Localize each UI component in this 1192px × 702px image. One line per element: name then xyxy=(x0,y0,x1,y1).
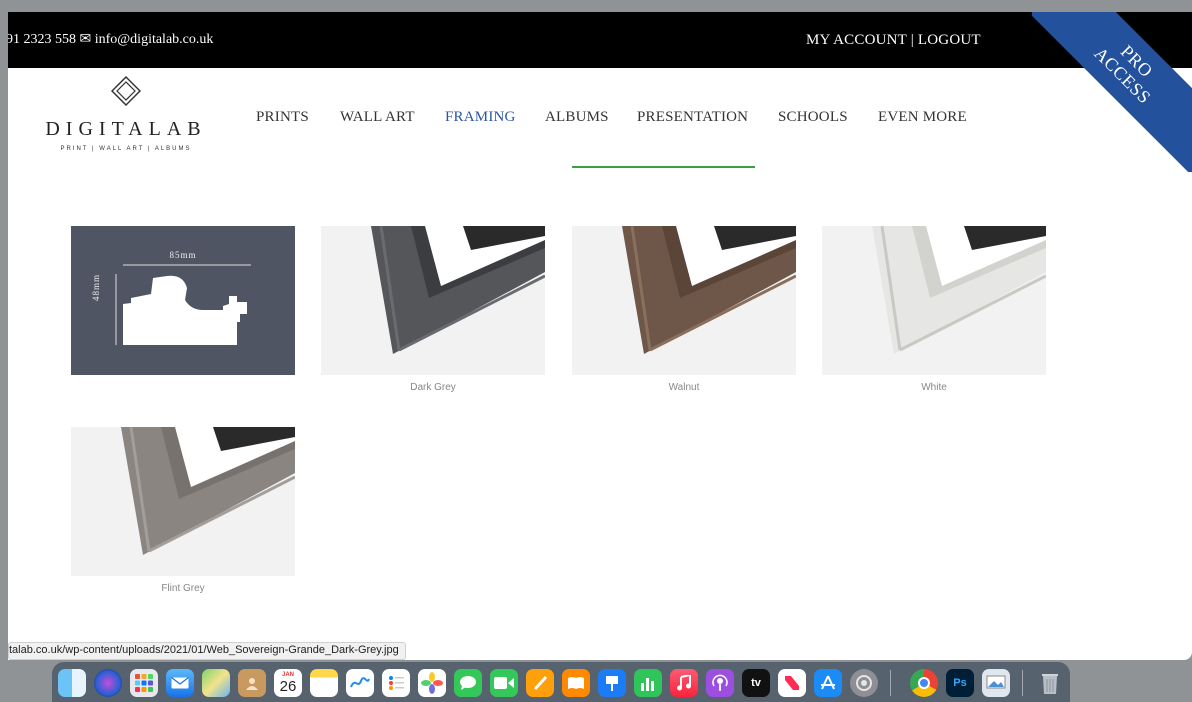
messages-icon[interactable] xyxy=(454,669,482,697)
calendar-icon[interactable]: JAN 26 xyxy=(274,669,302,697)
pages-icon[interactable] xyxy=(526,669,554,697)
nav-even-more[interactable]: EVEN MORE xyxy=(878,109,967,126)
reminders-icon[interactable] xyxy=(382,669,410,697)
contact-info[interactable]: 91 2323 558 ✉ info@digitalab.co.uk xyxy=(8,31,213,48)
nav-albums[interactable]: ALBUMS xyxy=(545,109,609,126)
logo-diamond-icon xyxy=(111,76,141,106)
nav-framing[interactable]: FRAMING xyxy=(445,109,516,126)
nav-active-underline xyxy=(572,166,755,168)
keynote-icon[interactable] xyxy=(598,669,626,697)
frame-profile-diagram[interactable]: 85mm 48mm xyxy=(71,226,295,375)
calendar-day: 26 xyxy=(279,677,297,695)
dock-separator xyxy=(1022,670,1023,696)
facetime-icon[interactable] xyxy=(490,669,518,697)
swatch-caption: Flint Grey xyxy=(161,583,205,594)
link-status-bar: talab.co.uk/wp-content/uploads/2021/01/W… xyxy=(8,642,406,660)
launchpad-icon[interactable] xyxy=(130,669,158,697)
account-separator: | xyxy=(906,32,918,48)
news-icon[interactable] xyxy=(778,669,806,697)
frame-corner-walnut xyxy=(622,226,796,354)
siri-icon[interactable] xyxy=(94,669,122,697)
photos-icon[interactable] xyxy=(418,669,446,697)
dock-separator xyxy=(890,670,891,696)
trash-icon[interactable] xyxy=(1036,669,1064,697)
swatch-white-image[interactable] xyxy=(822,226,1046,375)
nav-presentation[interactable]: PRESENTATION xyxy=(637,109,748,126)
podcasts-icon[interactable] xyxy=(706,669,734,697)
profile-height-label: 48mm xyxy=(91,273,101,301)
swatch-caption: Dark Grey xyxy=(410,382,456,393)
top-bar: 91 2323 558 ✉ info@digitalab.co.uk MY AC… xyxy=(8,12,1192,68)
frame-corner-flint-grey xyxy=(121,427,295,555)
photoshop-icon[interactable]: Ps xyxy=(946,669,974,697)
nav-wall-art[interactable]: WALL ART xyxy=(340,109,415,126)
system-settings-icon[interactable] xyxy=(850,669,878,697)
app-store-icon[interactable] xyxy=(814,669,842,697)
logo-tagline: PRINT | WALL ART | ALBUMS xyxy=(60,146,192,152)
my-account-link[interactable]: MY ACCOUNT xyxy=(806,32,907,48)
pro-access-ribbon[interactable]: PRO ACCESS xyxy=(1032,12,1192,172)
browser-page: 91 2323 558 ✉ info@digitalab.co.uk MY AC… xyxy=(8,12,1192,660)
preview-icon[interactable] xyxy=(982,669,1010,697)
finder-icon[interactable] xyxy=(58,669,86,697)
swatch-dark-grey-image[interactable] xyxy=(321,226,545,375)
nav-prints[interactable]: PRINTS xyxy=(256,109,309,126)
swatch-caption: White xyxy=(921,382,947,393)
profile-width-label: 85mm xyxy=(169,250,197,260)
freeform-icon[interactable] xyxy=(346,669,374,697)
numbers-icon[interactable] xyxy=(634,669,662,697)
frame-corner-white xyxy=(872,226,1046,354)
macos-dock: JAN 26 tv Ps xyxy=(52,662,1070,702)
notes-icon[interactable] xyxy=(310,669,338,697)
nav-schools[interactable]: SCHOOLS xyxy=(778,109,848,126)
contacts-icon[interactable] xyxy=(238,669,266,697)
chrome-icon[interactable] xyxy=(910,669,938,697)
mail-icon[interactable] xyxy=(166,669,194,697)
frame-corner-dark-grey xyxy=(371,226,545,354)
profile-diagram-svg xyxy=(115,264,251,345)
music-icon[interactable] xyxy=(670,669,698,697)
swatch-flint-grey-image[interactable] xyxy=(71,427,295,576)
account-links: MY ACCOUNT | LOGOUT xyxy=(806,32,981,49)
apple-tv-icon[interactable]: tv xyxy=(742,669,770,697)
swatch-walnut-image[interactable] xyxy=(572,226,796,375)
books-icon[interactable] xyxy=(562,669,590,697)
swatch-caption: Walnut xyxy=(668,382,700,393)
logout-link[interactable]: LOGOUT xyxy=(918,32,981,48)
maps-icon[interactable] xyxy=(202,669,230,697)
main-nav: PRINTS WALL ART FRAMING ALBUMS PRESENTAT… xyxy=(8,109,1192,139)
